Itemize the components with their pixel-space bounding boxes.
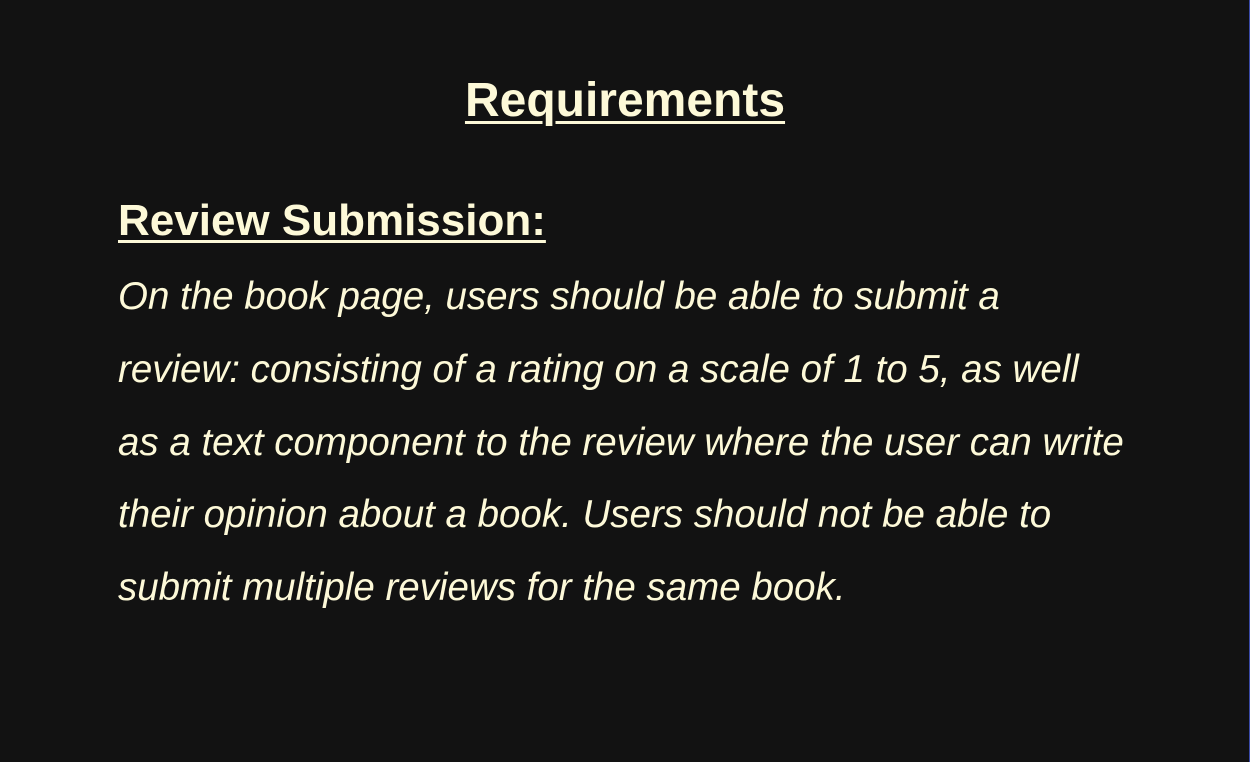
- section-heading: Review Submission:: [118, 196, 546, 245]
- page-title: Requirements: [464, 74, 786, 127]
- requirement-description: On the book page, users should be able t…: [118, 275, 1124, 610]
- slide: Requirements Review Submission: On the b…: [0, 0, 1250, 762]
